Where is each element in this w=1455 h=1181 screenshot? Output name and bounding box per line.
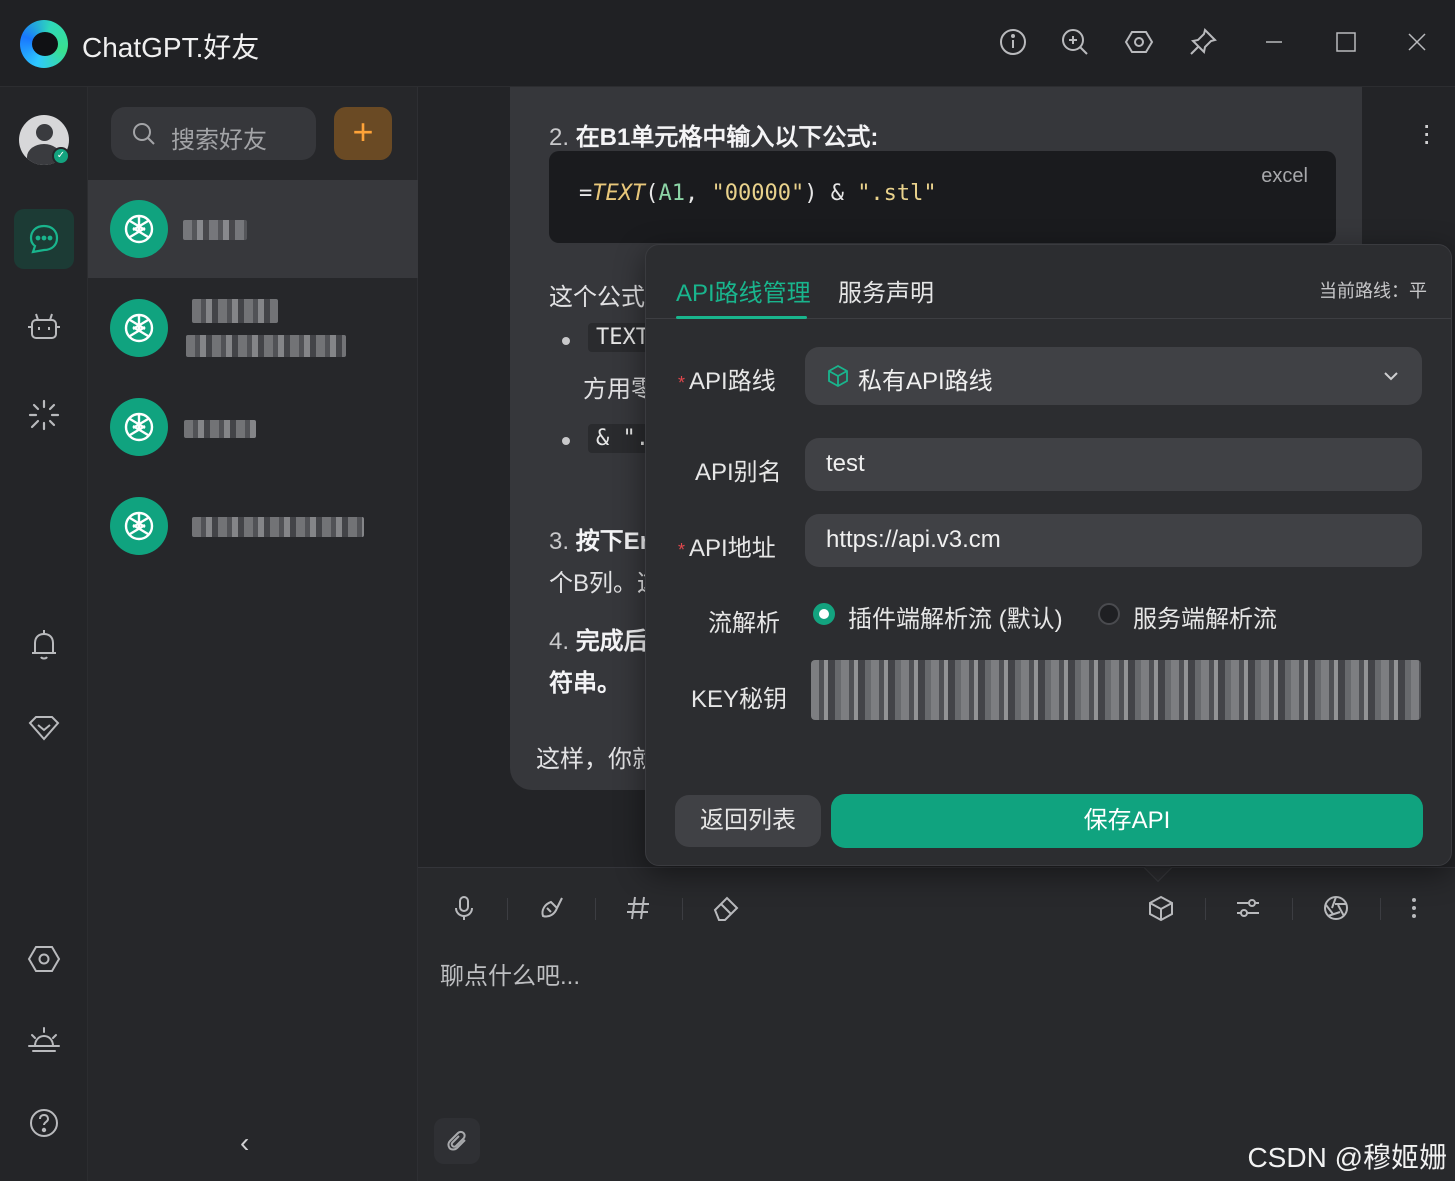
- stream-label: 流解析: [708, 610, 780, 637]
- list-item[interactable]: [88, 378, 418, 476]
- code-language-label: excel: [1261, 165, 1308, 187]
- settings-hex-icon[interactable]: [24, 939, 64, 979]
- more-vertical-icon[interactable]: [1398, 892, 1430, 924]
- step-4: 4. 完成后: [549, 628, 648, 655]
- radio-server-stream[interactable]: [1098, 603, 1120, 625]
- more-vertical-icon[interactable]: · · ·: [1422, 111, 1431, 155]
- cube-icon[interactable]: [1145, 892, 1177, 924]
- address-label: * API地址: [678, 535, 776, 562]
- app-logo: [20, 20, 68, 68]
- redacted-key-input[interactable]: [811, 660, 1421, 720]
- minimize-icon[interactable]: [1258, 26, 1290, 58]
- robot-icon[interactable]: [24, 307, 64, 347]
- closing-text: 这样，你就: [536, 746, 656, 773]
- redacted-contact-name: [192, 299, 278, 323]
- inbox-icon[interactable]: [24, 707, 64, 747]
- cube-icon: [828, 364, 848, 388]
- tab-active-indicator: [676, 316, 807, 319]
- hashtag-icon[interactable]: [622, 892, 654, 924]
- address-input[interactable]: https://api.v3.cm: [805, 514, 1422, 567]
- radio-server-stream-label[interactable]: 服务端解析流: [1133, 599, 1277, 634]
- openai-logo-icon: [110, 398, 168, 456]
- redacted-contact-name: [184, 420, 256, 438]
- alias-label: API别名: [695, 459, 782, 486]
- watermark: CSDN @穆姬姗: [1247, 1142, 1447, 1173]
- save-api-button[interactable]: 保存API: [831, 794, 1423, 848]
- chevron-down-icon: [1384, 372, 1398, 381]
- paperclip-icon[interactable]: [434, 1118, 480, 1164]
- code-block: excel =TEXT(A1, "00000") & ".stl": [549, 151, 1336, 243]
- current-route-label: 当前路线：平: [1319, 281, 1427, 301]
- chat-icon[interactable]: [24, 219, 64, 259]
- microphone-icon[interactable]: [448, 892, 480, 924]
- redacted-contact-preview: [186, 335, 346, 357]
- bullet: [562, 337, 570, 345]
- info-icon[interactable]: [997, 26, 1029, 58]
- tab-service-statement[interactable]: 服务声明: [838, 273, 934, 308]
- sliders-icon[interactable]: [1232, 892, 1264, 924]
- search-input[interactable]: 搜索好友: [111, 107, 316, 160]
- contacts-panel: 搜索好友 + ‹: [88, 87, 418, 1181]
- close-icon[interactable]: [1401, 26, 1433, 58]
- list-item[interactable]: [88, 180, 418, 278]
- list-item[interactable]: [88, 477, 418, 575]
- redacted-contact-name: [192, 517, 364, 537]
- title-bar: ChatGPT.好友: [0, 0, 1455, 87]
- api-settings-popover: API路线管理 服务声明 当前路线：平 * API路线 私有API路线 API别名…: [645, 244, 1452, 866]
- eraser-brush-icon[interactable]: [535, 892, 567, 924]
- help-icon[interactable]: [24, 1103, 64, 1143]
- zoom-in-icon[interactable]: [1059, 26, 1091, 58]
- radio-client-stream-label[interactable]: 插件端解析流 (默认): [848, 599, 1063, 634]
- radio-client-stream[interactable]: [813, 603, 835, 625]
- sparkle-icon[interactable]: [24, 395, 64, 435]
- app-title: ChatGPT.好友: [82, 32, 260, 63]
- sunrise-icon[interactable]: [24, 1021, 64, 1061]
- explanation-text: 这个公式: [549, 284, 645, 311]
- code-content: =TEXT(A1, "00000") & ".stl": [579, 181, 937, 206]
- alias-input[interactable]: test: [805, 438, 1422, 491]
- search-placeholder: 搜索好友: [171, 127, 267, 154]
- settings-hex-icon[interactable]: [1123, 26, 1155, 58]
- collapse-panel-button[interactable]: ‹: [240, 1127, 249, 1159]
- pin-icon[interactable]: [1187, 26, 1219, 58]
- bullet: [562, 437, 570, 445]
- add-friend-button[interactable]: +: [334, 107, 392, 160]
- search-icon: [133, 123, 155, 145]
- tab-api-route-management[interactable]: API路线管理: [676, 273, 811, 308]
- redacted-contact-name: [183, 220, 247, 240]
- aperture-icon[interactable]: [1320, 892, 1352, 924]
- step-4-cont: 符串。: [549, 670, 621, 697]
- step-2: 2. 在B1单元格中输入以下公式:: [549, 124, 879, 151]
- route-label: * API路线: [678, 368, 776, 395]
- route-select-value: 私有API路线: [858, 368, 993, 395]
- eraser-icon[interactable]: [710, 892, 742, 924]
- composer: 聊点什么吧... CSDN @穆姬姗: [418, 867, 1455, 1181]
- verified-badge-icon: ✓: [52, 147, 70, 165]
- key-label: KEY秘钥: [691, 686, 788, 713]
- step-3: 3. 按下Er: [549, 528, 650, 555]
- message-input[interactable]: 聊点什么吧...: [440, 956, 580, 991]
- route-select[interactable]: 私有API路线: [805, 347, 1422, 405]
- openai-logo-icon: [110, 497, 168, 555]
- back-to-list-button[interactable]: 返回列表: [675, 795, 821, 847]
- maximize-icon[interactable]: [1330, 26, 1362, 58]
- bell-icon[interactable]: [24, 625, 64, 665]
- list-item[interactable]: [88, 279, 418, 377]
- openai-logo-icon: [110, 299, 168, 357]
- left-rail: ✓: [0, 87, 88, 1181]
- openai-logo-icon: [110, 200, 168, 258]
